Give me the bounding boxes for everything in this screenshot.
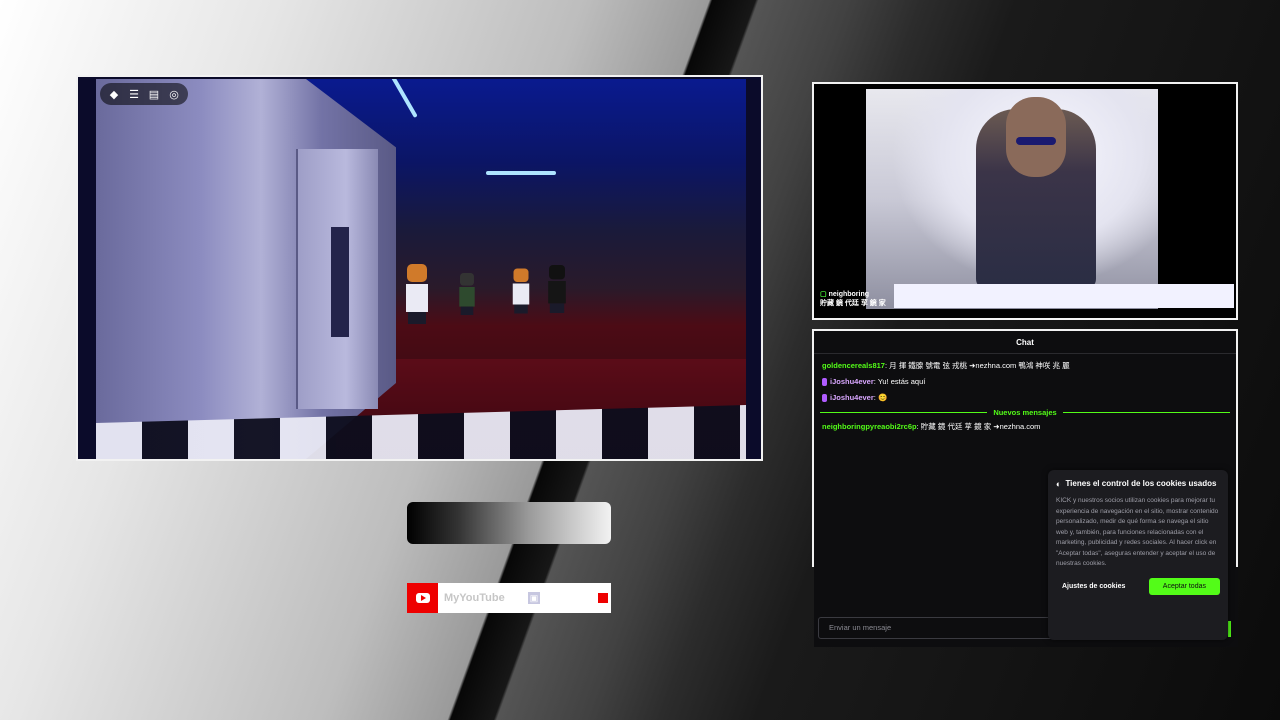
badge-icon: [822, 394, 827, 403]
chat-message: iJoshu4ever: Yu! estás aquí: [814, 374, 1236, 390]
chat-text: : 😊: [873, 393, 888, 402]
chat-message: iJoshu4ever: 😊: [814, 390, 1236, 406]
cookie-settings-button[interactable]: Ajustes de cookies: [1056, 579, 1131, 594]
chat-username[interactable]: neighboringpyreaobi2rc6p: [822, 422, 917, 431]
chat-username[interactable]: iJoshu4ever: [830, 393, 874, 402]
webcam-chat-overlay: ▢ neighboring 貯藏 鏡 代廷 莩 鏡 家: [820, 291, 886, 307]
webcam-frame: ▢ neighboring 貯藏 鏡 代廷 莩 鏡 家: [812, 82, 1238, 320]
chat-text: : 月 揮 鐵腺 號電 弦 戎桃 ➜nezhna.com 鴨鴻 神咲 兆 麗: [884, 361, 1070, 370]
game-capture-frame: ◆ ☰ ▤ ◎: [76, 75, 763, 461]
accept-all-button[interactable]: Aceptar todas: [1148, 577, 1220, 595]
game-character: [459, 273, 475, 315]
overlay-text: 貯藏 鏡 代廷 莩 鏡 家: [820, 300, 886, 307]
game-toolbar: ◆ ☰ ▤ ◎: [100, 83, 188, 105]
badge-icon: [822, 378, 827, 387]
menu-icon[interactable]: ☰: [126, 88, 142, 101]
gradient-bar: [407, 502, 611, 544]
ceiling-light: [384, 79, 418, 118]
overlay-user: neighboring: [828, 291, 870, 298]
cookie-consent-dialog: ◐ Tienes el control de los cookies usado…: [1048, 470, 1228, 640]
backpack-icon[interactable]: ◎: [166, 88, 182, 101]
game-character: [548, 265, 566, 313]
chat-title: Chat: [814, 331, 1236, 354]
chat-username[interactable]: iJoshu4ever: [830, 377, 874, 386]
ceiling-light: [486, 171, 556, 175]
send-indicator: [1228, 621, 1231, 637]
chat-icon[interactable]: ▤: [146, 88, 162, 101]
game-door-window: [331, 227, 349, 337]
new-messages-label: Nuevos mensajes: [993, 408, 1057, 417]
cookie-icon: ◐: [1056, 479, 1062, 489]
youtube-label: MyYouTube: [444, 592, 505, 604]
webcam-light-strip: [894, 284, 1234, 308]
roblox-icon[interactable]: ◆: [106, 88, 122, 101]
youtube-bar: MyYouTube ▣: [407, 583, 611, 613]
red-square-icon: [598, 593, 608, 603]
cookie-body: KICK y nuestros socios utilizan cookies …: [1056, 497, 1219, 567]
webcam-view: [866, 89, 1158, 309]
cookie-title: Tienes el control de los cookies usados: [1065, 479, 1217, 488]
chat-username[interactable]: goldencereals817: [822, 361, 885, 370]
game-view[interactable]: ◆ ☰ ▤ ◎: [96, 79, 746, 459]
game-character: [406, 264, 428, 324]
chat-message: neighboringpyreaobi2rc6p: 貯藏 鏡 代廷 莩 鏡 家 …: [814, 419, 1236, 435]
chat-text: : 貯藏 鏡 代廷 莩 鏡 家 ➜nezhna.com: [916, 422, 1041, 431]
chat-message: goldencereals817: 月 揮 鐵腺 號電 弦 戎桃 ➜nezhna…: [814, 358, 1236, 374]
sunglasses: [1016, 137, 1056, 145]
youtube-icon: [407, 583, 438, 613]
game-character: [512, 268, 530, 314]
square-icon: ▣: [528, 592, 540, 604]
chat-text: : Yu! estás aquí: [873, 377, 926, 386]
new-messages-divider: Nuevos mensajes: [814, 408, 1236, 417]
